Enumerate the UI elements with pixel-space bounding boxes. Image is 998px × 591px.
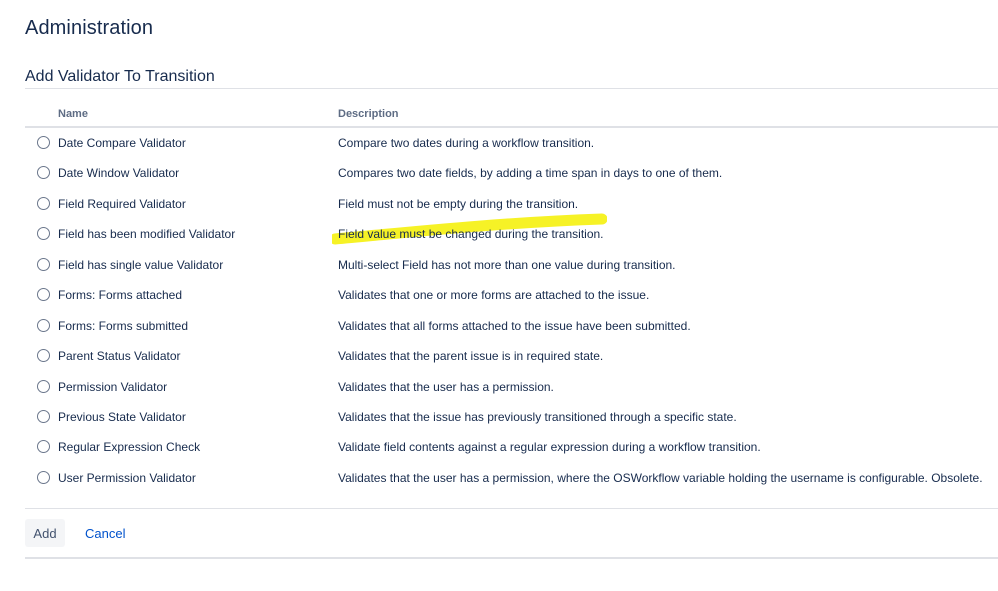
column-header-name: Name <box>58 108 88 120</box>
validator-name: Date Window Validator <box>58 166 180 181</box>
validator-description: Validates that the user has a permission… <box>338 379 554 394</box>
radio-button[interactable] <box>37 166 50 180</box>
validator-description: Field value must be changed during the t… <box>332 213 607 245</box>
validator-description: Validates that all forms attached to the… <box>338 318 691 333</box>
validator-name: Forms: Forms submitted <box>58 318 189 333</box>
footer-bottom-divider <box>25 557 998 559</box>
table-row[interactable]: Permission Validator Validates that the … <box>25 372 998 402</box>
radio-button[interactable] <box>37 470 50 484</box>
radio-button[interactable] <box>37 349 50 363</box>
footer-divider <box>25 508 998 509</box>
validator-description: Validates that the user has a permission… <box>338 470 983 485</box>
validator-table: Name Description Date Compare Validator … <box>25 102 998 493</box>
validator-description: Compares two date fields, by adding a ti… <box>338 166 723 181</box>
validator-description: Validates that one or more forms are att… <box>338 288 650 303</box>
highlighted-description: Field value must be changed during the t… <box>338 227 604 242</box>
radio-button[interactable] <box>37 257 50 271</box>
validator-name: Regular Expression Check <box>58 440 201 455</box>
validator-name: Parent Status Validator <box>58 349 181 364</box>
table-header: Name Description <box>25 102 998 128</box>
validator-name: Previous State Validator <box>58 409 186 424</box>
table-row[interactable]: User Permission Validator Validates that… <box>25 463 998 493</box>
validator-name: Field has been modified Validator <box>58 227 236 242</box>
radio-button[interactable] <box>37 440 50 454</box>
validator-name: Field Required Validator <box>58 196 186 211</box>
validator-name: User Permission Validator <box>58 470 196 485</box>
radio-button[interactable] <box>37 318 50 332</box>
column-header-description: Description <box>338 108 399 120</box>
radio-button[interactable] <box>37 227 50 241</box>
radio-button[interactable] <box>37 288 50 302</box>
highlighter-mark: Field value must be changed during the t… <box>332 213 607 245</box>
validator-description: Validates that the issue has previously … <box>338 409 737 424</box>
table-row[interactable]: Field has been modified Validator Field … <box>25 213 998 249</box>
table-row[interactable]: Field Required Validator Field must not … <box>25 189 998 219</box>
table-row[interactable]: Previous State Validator Validates that … <box>25 402 998 432</box>
table-row[interactable]: Date Compare Validator Compare two dates… <box>25 128 998 158</box>
validator-description: Field must not be empty during the trans… <box>338 196 579 211</box>
page-title: Administration <box>25 17 154 39</box>
validator-name: Date Compare Validator <box>58 136 186 150</box>
cancel-link[interactable]: Cancel <box>85 526 125 541</box>
radio-button[interactable] <box>37 379 50 393</box>
validator-description: Compare two dates during a workflow tran… <box>338 136 595 150</box>
section-title: Add Validator To Transition <box>25 68 215 85</box>
validator-name: Field has single value Validator <box>58 257 224 272</box>
table-row[interactable]: Field has single value Validator Multi-s… <box>25 250 998 280</box>
radio-button[interactable] <box>37 196 50 210</box>
validator-name: Permission Validator <box>58 379 168 394</box>
table-row[interactable]: Parent Status Validator Validates that t… <box>25 341 998 371</box>
table-row[interactable]: Forms: Forms attached Validates that one… <box>25 280 998 310</box>
table-row[interactable]: Forms: Forms submitted Validates that al… <box>25 311 998 341</box>
validator-name: Forms: Forms attached <box>58 288 183 303</box>
section-divider <box>25 88 998 89</box>
radio-button[interactable] <box>37 136 50 149</box>
radio-button[interactable] <box>37 409 50 423</box>
table-row[interactable]: Date Window Validator Compares two date … <box>25 158 998 188</box>
validator-description: Validates that the parent issue is in re… <box>338 349 604 364</box>
add-button[interactable]: Add <box>25 519 65 547</box>
validator-description: Multi-select Field has not more than one… <box>338 257 676 272</box>
table-row[interactable]: Regular Expression Check Validate field … <box>25 432 998 462</box>
validator-description: Validate field contents against a regula… <box>338 440 761 455</box>
